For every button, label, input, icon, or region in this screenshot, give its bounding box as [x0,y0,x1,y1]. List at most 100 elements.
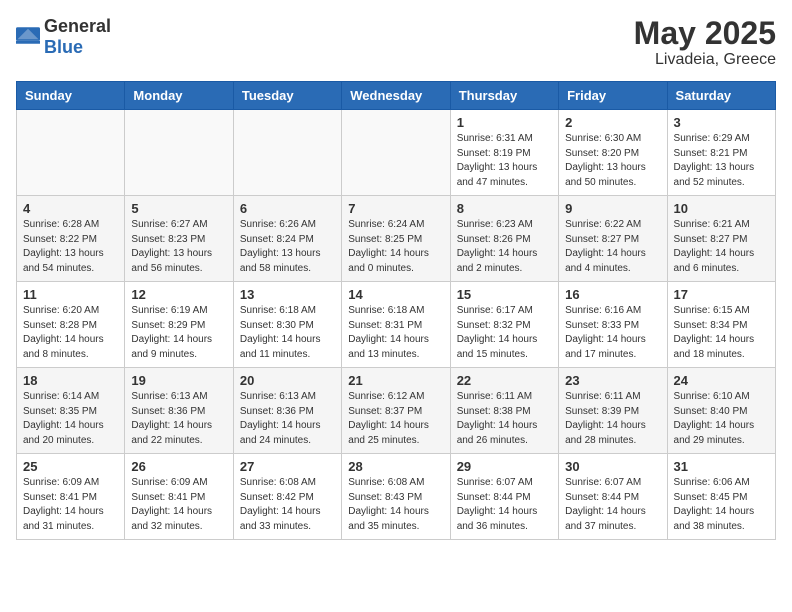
day-number: 28 [348,459,443,474]
day-number: 24 [674,373,769,388]
logo: General Blue [16,16,111,58]
calendar-cell-week1-day1 [125,110,233,196]
day-number: 4 [23,201,118,216]
day-number: 18 [23,373,118,388]
calendar-cell-week1-day3 [342,110,450,196]
day-info: Sunrise: 6:09 AMSunset: 8:41 PMDaylight:… [131,476,226,534]
day-info: Sunrise: 6:30 AMSunset: 8:20 PMDaylight:… [565,132,660,190]
weekday-header-monday: Monday [125,82,233,110]
calendar-cell-week5-day6: 31Sunrise: 6:06 AMSunset: 8:45 PMDayligh… [667,454,775,540]
calendar-cell-week1-day0 [17,110,125,196]
weekday-header-thursday: Thursday [450,82,558,110]
calendar-cell-week2-day4: 8Sunrise: 6:23 AMSunset: 8:26 PMDaylight… [450,196,558,282]
calendar-cell-week5-day0: 25 Sunrise: 6:09 AMSunset: 8:41 PMDayligh… [17,454,125,540]
day-info: Sunrise: 6:15 AMSunset: 8:34 PMDaylight:… [674,304,769,362]
logo-blue: Blue [44,37,83,57]
calendar-cell-week3-day3: 14Sunrise: 6:18 AMSunset: 8:31 PMDayligh… [342,282,450,368]
calendar-cell-week3-day5: 16 Sunrise: 6:16 AMSunset: 8:33 PMDayligh… [559,282,667,368]
day-info: Sunrise: 6:31 AMSunset: 8:19 PMDaylight:… [457,132,552,190]
calendar-cell-week3-day4: 15 Sunrise: 6:17 AMSunset: 8:32 PMDayligh… [450,282,558,368]
calendar-header-row: SundayMondayTuesdayWednesdayThursdayFrid… [17,82,776,110]
calendar-cell-week2-day6: 10 Sunrise: 6:21 AMSunset: 8:27 PMDayligh… [667,196,775,282]
calendar-cell-week2-day0: 4Sunrise: 6:28 AMSunset: 8:22 PMDaylight… [17,196,125,282]
calendar-location: Livadeia, Greece [634,51,776,69]
day-info: Sunrise: 6:18 AMSunset: 8:31 PMDaylight:… [348,304,443,362]
day-number: 25 [23,459,118,474]
calendar-cell-week5-day4: 29 Sunrise: 6:07 AMSunset: 8:44 PMDayligh… [450,454,558,540]
calendar-week-2: 4Sunrise: 6:28 AMSunset: 8:22 PMDaylight… [17,196,776,282]
calendar-cell-week4-day1: 19Sunrise: 6:13 AMSunset: 8:36 PMDayligh… [125,368,233,454]
day-info: Sunrise: 6:12 AMSunset: 8:37 PMDaylight:… [348,390,443,448]
calendar-week-4: 18Sunrise: 6:14 AMSunset: 8:35 PMDayligh… [17,368,776,454]
calendar-cell-week2-day5: 9 Sunrise: 6:22 AMSunset: 8:27 PMDaylight… [559,196,667,282]
day-info: Sunrise: 6:27 AMSunset: 8:23 PMDaylight:… [131,218,226,276]
day-info: Sunrise: 6:21 AMSunset: 8:27 PMDaylight:… [674,218,769,276]
calendar-cell-week2-day1: 5 Sunrise: 6:27 AMSunset: 8:23 PMDaylight… [125,196,233,282]
day-info: Sunrise: 6:07 AMSunset: 8:44 PMDaylight:… [457,476,552,534]
calendar-cell-week1-day6: 3 Sunrise: 6:29 AMSunset: 8:21 PMDaylight… [667,110,775,196]
day-info: Sunrise: 6:09 AMSunset: 8:41 PMDaylight:… [23,476,118,534]
weekday-header-tuesday: Tuesday [233,82,341,110]
day-info: Sunrise: 6:11 AMSunset: 8:38 PMDaylight:… [457,390,552,448]
day-number: 16 [565,287,660,302]
calendar-cell-week4-day6: 24 Sunrise: 6:10 AMSunset: 8:40 PMDayligh… [667,368,775,454]
day-number: 5 [131,201,226,216]
day-number: 7 [348,201,443,216]
weekday-header-saturday: Saturday [667,82,775,110]
day-info: Sunrise: 6:08 AMSunset: 8:42 PMDaylight:… [240,476,335,534]
calendar-table: SundayMondayTuesdayWednesdayThursdayFrid… [16,81,776,540]
calendar-cell-week1-day5: 2 Sunrise: 6:30 AMSunset: 8:20 PMDaylight… [559,110,667,196]
day-number: 3 [674,115,769,130]
calendar-month-year: May 2025 [634,16,776,51]
day-number: 11 [23,287,118,302]
day-number: 10 [674,201,769,216]
logo-text: General Blue [44,16,111,58]
day-number: 13 [240,287,335,302]
day-info: Sunrise: 6:18 AMSunset: 8:30 PMDaylight:… [240,304,335,362]
day-number: 6 [240,201,335,216]
day-info: Sunrise: 6:19 AMSunset: 8:29 PMDaylight:… [131,304,226,362]
calendar-week-5: 25 Sunrise: 6:09 AMSunset: 8:41 PMDayligh… [17,454,776,540]
day-number: 2 [565,115,660,130]
calendar-cell-week2-day2: 6 Sunrise: 6:26 AMSunset: 8:24 PMDaylight… [233,196,341,282]
day-info: Sunrise: 6:10 AMSunset: 8:40 PMDaylight:… [674,390,769,448]
day-info: Sunrise: 6:29 AMSunset: 8:21 PMDaylight:… [674,132,769,190]
calendar-cell-week5-day2: 27 Sunrise: 6:08 AMSunset: 8:42 PMDayligh… [233,454,341,540]
calendar-cell-week1-day2 [233,110,341,196]
weekday-header-sunday: Sunday [17,82,125,110]
day-number: 27 [240,459,335,474]
calendar-title-area: May 2025 Livadeia, Greece [634,16,776,69]
day-number: 21 [348,373,443,388]
calendar-cell-week4-day3: 21 Sunrise: 6:12 AMSunset: 8:37 PMDayligh… [342,368,450,454]
calendar-cell-week5-day3: 28 Sunrise: 6:08 AMSunset: 8:43 PMDayligh… [342,454,450,540]
generalblue-logo-icon [16,27,40,47]
day-info: Sunrise: 6:13 AMSunset: 8:36 PMDaylight:… [240,390,335,448]
calendar-cell-week3-day0: 11Sunrise: 6:20 AMSunset: 8:28 PMDayligh… [17,282,125,368]
day-number: 8 [457,201,552,216]
weekday-header-friday: Friday [559,82,667,110]
day-number: 9 [565,201,660,216]
calendar-week-1: 1 Sunrise: 6:31 AMSunset: 8:19 PMDaylight… [17,110,776,196]
calendar-cell-week5-day1: 26Sunrise: 6:09 AMSunset: 8:41 PMDayligh… [125,454,233,540]
day-info: Sunrise: 6:17 AMSunset: 8:32 PMDaylight:… [457,304,552,362]
calendar-cell-week3-day6: 17Sunrise: 6:15 AMSunset: 8:34 PMDayligh… [667,282,775,368]
day-info: Sunrise: 6:07 AMSunset: 8:44 PMDaylight:… [565,476,660,534]
calendar-cell-week4-day2: 20Sunrise: 6:13 AMSunset: 8:36 PMDayligh… [233,368,341,454]
weekday-header-wednesday: Wednesday [342,82,450,110]
calendar-cell-week2-day3: 7 Sunrise: 6:24 AMSunset: 8:25 PMDaylight… [342,196,450,282]
day-info: Sunrise: 6:22 AMSunset: 8:27 PMDaylight:… [565,218,660,276]
day-info: Sunrise: 6:08 AMSunset: 8:43 PMDaylight:… [348,476,443,534]
day-number: 30 [565,459,660,474]
calendar-cell-week5-day5: 30 Sunrise: 6:07 AMSunset: 8:44 PMDayligh… [559,454,667,540]
calendar-cell-week4-day4: 22Sunrise: 6:11 AMSunset: 8:38 PMDayligh… [450,368,558,454]
day-number: 23 [565,373,660,388]
day-number: 15 [457,287,552,302]
day-info: Sunrise: 6:24 AMSunset: 8:25 PMDaylight:… [348,218,443,276]
day-info: Sunrise: 6:06 AMSunset: 8:45 PMDaylight:… [674,476,769,534]
calendar-cell-week1-day4: 1 Sunrise: 6:31 AMSunset: 8:19 PMDaylight… [450,110,558,196]
day-number: 1 [457,115,552,130]
calendar-week-3: 11Sunrise: 6:20 AMSunset: 8:28 PMDayligh… [17,282,776,368]
day-info: Sunrise: 6:26 AMSunset: 8:24 PMDaylight:… [240,218,335,276]
day-number: 29 [457,459,552,474]
day-info: Sunrise: 6:16 AMSunset: 8:33 PMDaylight:… [565,304,660,362]
